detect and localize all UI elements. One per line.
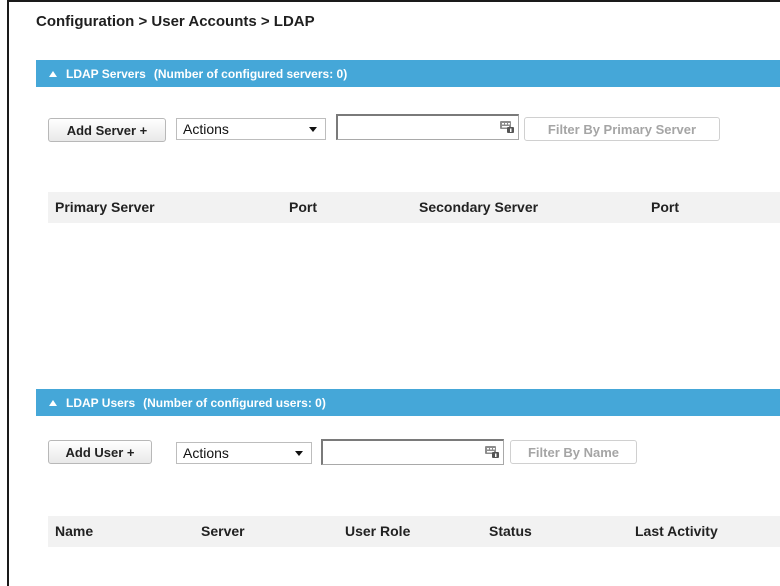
column-header-server[interactable]: Server [201,523,245,539]
ldap-servers-title: LDAP Servers [66,66,146,81]
chevron-down-icon [309,127,317,132]
column-header-secondary-server[interactable]: Secondary Server [419,199,538,215]
virtual-keyboard-icon[interactable] [485,446,499,458]
column-header-user-role[interactable]: User Role [345,523,410,539]
users-table-header: Name Server User Role Status Last Activi… [48,516,780,547]
servers-filter-input[interactable] [336,114,519,140]
column-header-primary-server[interactable]: Primary Server [55,199,155,215]
filter-by-name-button[interactable]: Filter By Name [510,440,637,464]
ldap-users-count: (Number of configured users: 0) [143,395,326,410]
column-header-secondary-port[interactable]: Port [651,199,679,215]
servers-actions-label: Actions [183,121,229,137]
users-filter-input[interactable] [321,439,504,465]
column-header-port[interactable]: Port [289,199,317,215]
virtual-keyboard-icon[interactable] [500,121,514,133]
column-header-last-activity[interactable]: Last Activity [635,523,718,539]
collapse-triangle-icon [49,399,57,406]
breadcrumb: Configuration > User Accounts > LDAP [36,13,315,30]
filter-by-primary-server-button[interactable]: Filter By Primary Server [524,117,720,141]
add-user-button[interactable]: Add User + [48,440,152,464]
collapse-triangle-icon [49,70,57,77]
ldap-servers-count: (Number of configured servers: 0) [153,66,348,81]
ldap-servers-section-header[interactable]: LDAP Servers (Number of configured serve… [36,60,780,87]
add-server-button[interactable]: Add Server + [48,118,166,142]
chevron-down-icon [295,451,303,456]
servers-actions-select[interactable]: Actions [176,118,326,140]
users-actions-label: Actions [183,445,229,461]
column-header-status[interactable]: Status [489,523,532,539]
ldap-users-section-header[interactable]: LDAP Users (Number of configured users: … [36,389,780,416]
column-header-name[interactable]: Name [55,523,93,539]
servers-table-header: Primary Server Port Secondary Server Por… [48,192,780,223]
ldap-users-title: LDAP Users [66,395,136,410]
content-frame [7,0,780,586]
users-actions-select[interactable]: Actions [176,442,312,464]
